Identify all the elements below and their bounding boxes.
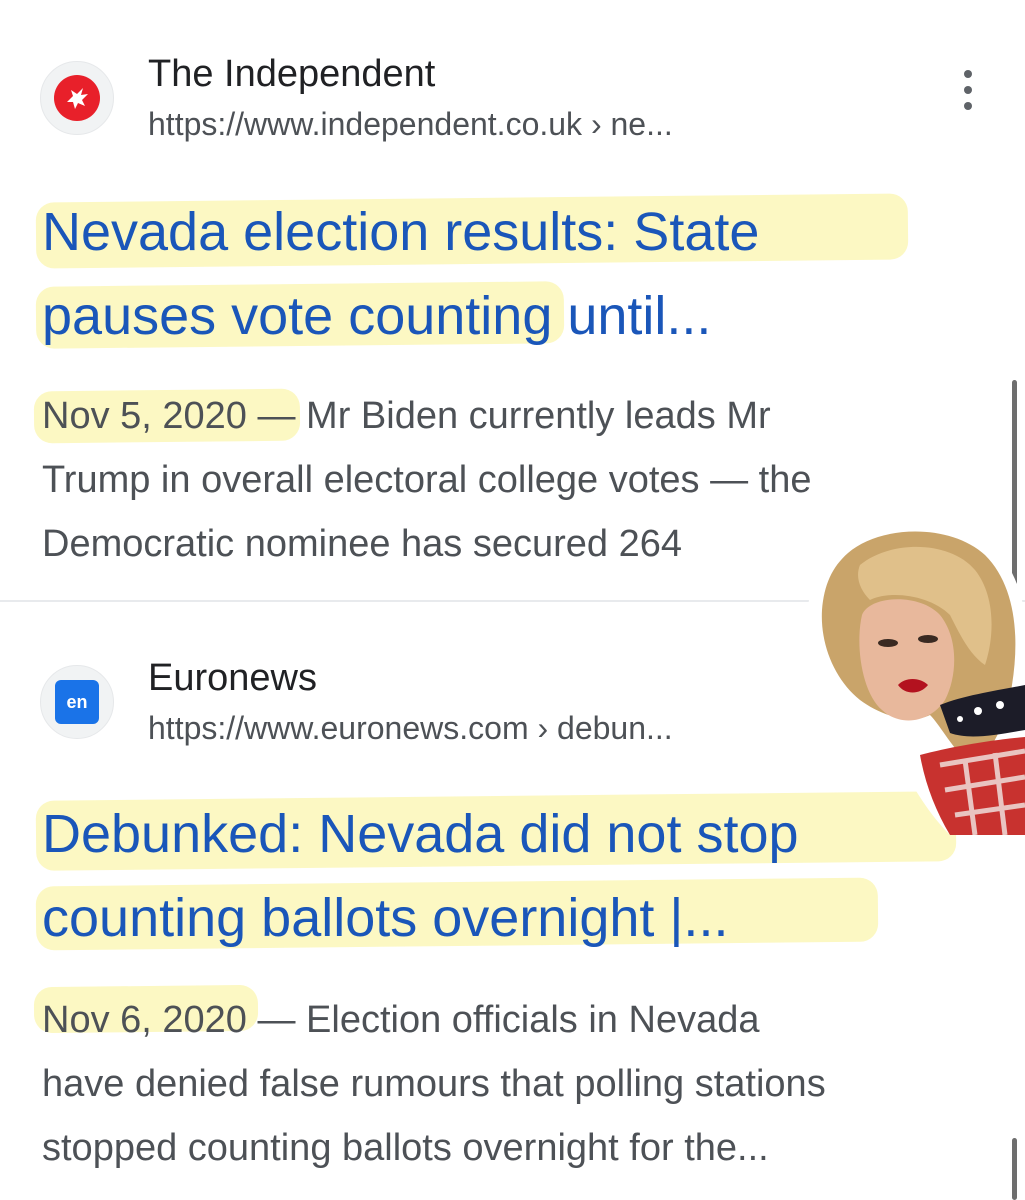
source-text: The Independent https://www.independent.…	[148, 52, 673, 144]
more-options-icon[interactable]	[958, 70, 978, 110]
euronews-logo-icon: en	[55, 680, 99, 724]
result-snippet: Nov 6, 2020 — Election officials in Neva…	[42, 988, 992, 1180]
source-text: Euronews https://www.euronews.com › debu…	[148, 656, 673, 748]
site-name: Euronews	[148, 657, 317, 699]
url-text: https://www.euronews.com	[148, 710, 529, 746]
result-date: Nov 5, 2020	[42, 395, 247, 437]
result-title-link[interactable]: Nevada election results: State pauses vo…	[42, 190, 972, 358]
scrollbar-thumb[interactable]	[1012, 1138, 1017, 1200]
title-line-2: counting ballots overnight |...	[42, 888, 729, 948]
snippet-line-2: Trump in overall electoral college votes…	[42, 459, 812, 501]
url-breadcrumb: › debun...	[528, 710, 673, 746]
site-name: The Independent	[148, 53, 436, 95]
title-line-1: Debunked: Nevada did not stop	[42, 804, 799, 864]
person-photo-sticker	[806, 520, 1025, 835]
snippet-line-3: Democratic nominee has secured 264	[42, 523, 683, 565]
url-text: https://www.independent.co.uk	[148, 106, 583, 142]
url-breadcrumb: › ne...	[582, 106, 673, 142]
favicon: en	[40, 665, 114, 739]
title-line-2: pauses vote counting until...	[42, 286, 712, 346]
favicon	[40, 61, 114, 135]
site-url: https://www.euronews.com › debun...	[148, 708, 673, 748]
site-url: https://www.independent.co.uk › ne...	[148, 104, 673, 144]
snippet-line-1: — Mr Biden currently leads Mr	[246, 395, 771, 437]
result-source[interactable]: en Euronews https://www.euronews.com › d…	[40, 656, 673, 748]
title-line-1: Nevada election results: State	[42, 202, 760, 262]
snippet-line-3: stopped counting ballots overnight for t…	[42, 1127, 769, 1169]
search-results-page: The Independent https://www.independent.…	[0, 0, 1025, 1200]
snippet-line-2: have denied false rumours that polling s…	[42, 1063, 826, 1105]
result-source[interactable]: The Independent https://www.independent.…	[40, 52, 673, 144]
result-date: Nov 6, 2020	[42, 999, 247, 1041]
snippet-line-1: — Election officials in Nevada	[246, 999, 760, 1041]
search-result-independent: The Independent https://www.independent.…	[0, 0, 1025, 600]
eagle-icon	[54, 75, 100, 121]
